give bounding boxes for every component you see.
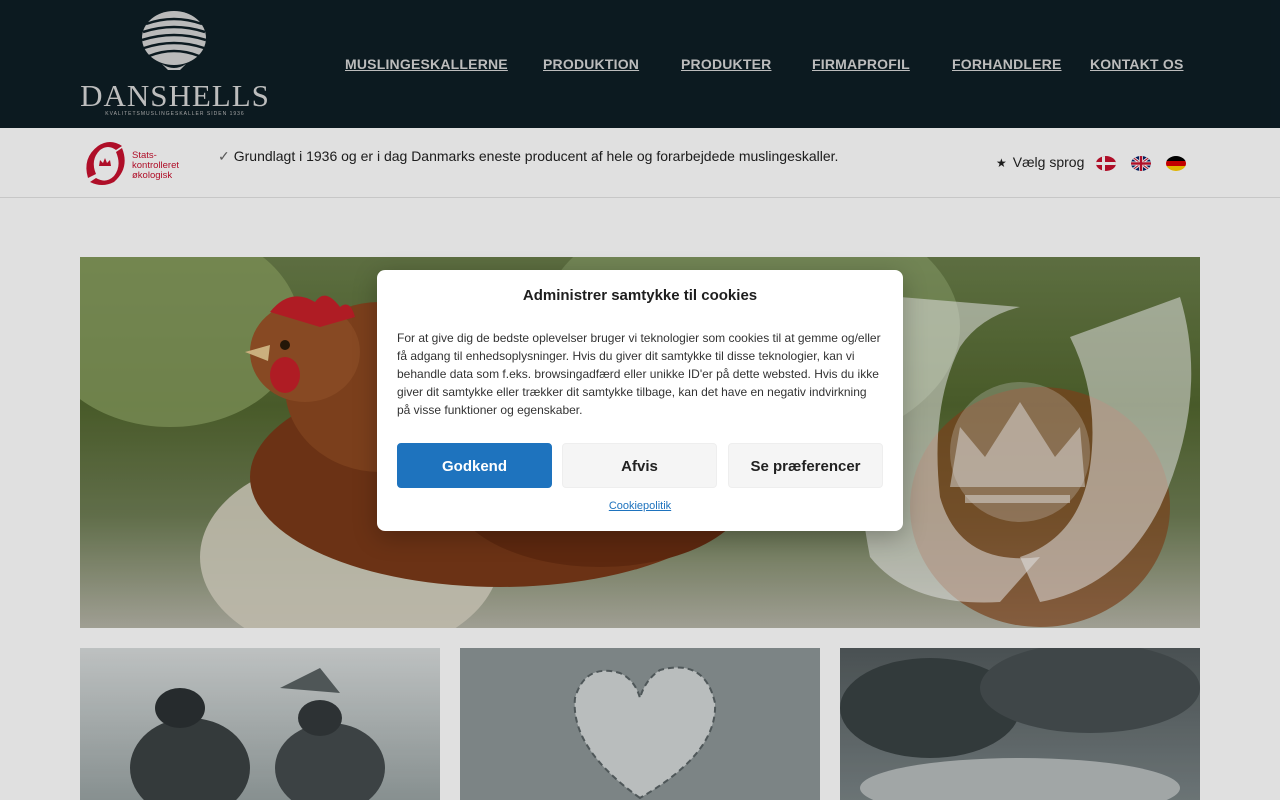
accept-button[interactable]: Godkend (397, 443, 552, 488)
cookie-policy-link[interactable]: Cookiepolitik (377, 500, 903, 512)
cookie-dialog-body: For at give dig de bedste oplevelser bru… (397, 331, 881, 417)
cookie-dialog-title: Administrer samtykke til cookies (522, 287, 758, 304)
preferences-button[interactable]: Se præferencer (728, 443, 883, 488)
deny-button[interactable]: Afvis (562, 443, 717, 488)
cookie-consent-dialog: Administrer samtykke til cookies For at … (377, 270, 903, 531)
